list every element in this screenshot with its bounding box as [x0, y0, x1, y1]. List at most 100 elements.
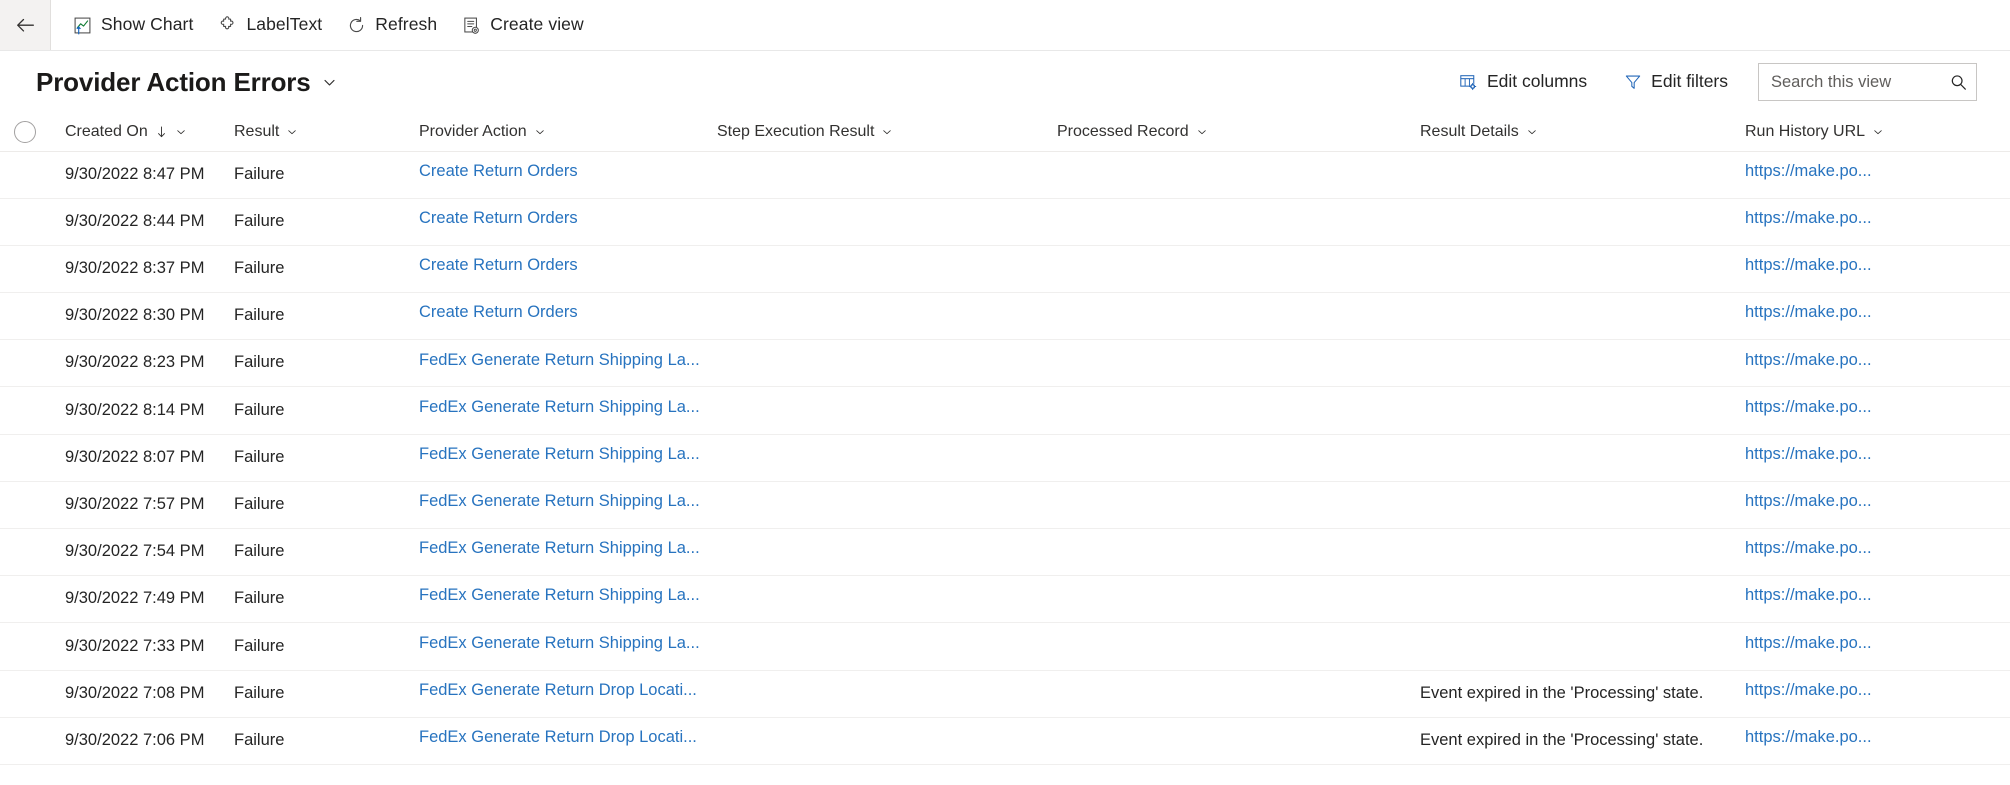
search-input[interactable] [1759, 64, 1976, 100]
provider-action-link[interactable]: FedEx Generate Return Drop Locati... [419, 728, 697, 748]
select-all-checkbox[interactable] [13, 120, 36, 143]
run-history-link[interactable]: https://make.po... [1745, 634, 1872, 654]
data-grid-container[interactable]: Created On Result Provider Action Step E… [0, 113, 2010, 785]
create-view-button[interactable]: Create view [450, 6, 595, 44]
row-select-cell[interactable] [0, 386, 49, 435]
provider-action-link[interactable]: FedEx Generate Return Drop Locati... [419, 681, 697, 701]
provider-action-link[interactable]: FedEx Generate Return Shipping La... [419, 634, 700, 654]
table-row[interactable]: 9/30/2022 7:54 PM Failure FedEx Generate R… [0, 528, 2010, 577]
cell-provider-action[interactable]: FedEx Generate Return Shipping La... [419, 434, 717, 482]
row-select-cell[interactable] [0, 481, 49, 530]
cell-provider-action[interactable]: FedEx Generate Return Drop Locati... [419, 670, 717, 718]
row-select-cell[interactable] [0, 575, 49, 624]
run-history-link[interactable]: https://make.po... [1745, 681, 1872, 701]
cell-provider-action[interactable]: FedEx Generate Return Drop Locati... [419, 717, 717, 765]
cell-run-history-url[interactable]: https://make.po... [1745, 481, 2010, 530]
provider-action-link[interactable]: FedEx Generate Return Shipping La... [419, 398, 700, 418]
row-select-cell[interactable] [0, 292, 49, 341]
cell-run-history-url[interactable]: https://make.po... [1745, 434, 2010, 482]
run-history-link[interactable]: https://make.po... [1745, 351, 1872, 371]
row-select-cell[interactable] [0, 622, 49, 671]
run-history-link[interactable]: https://make.po... [1745, 492, 1872, 512]
provider-action-link[interactable]: FedEx Generate Return Shipping La... [419, 492, 700, 512]
column-header-created-on[interactable]: Created On [49, 113, 234, 152]
row-select-cell[interactable] [0, 528, 49, 577]
run-history-link[interactable]: https://make.po... [1745, 728, 1872, 748]
cell-provider-action[interactable]: Create Return Orders [419, 151, 717, 199]
cell-run-history-url[interactable]: https://make.po... [1745, 717, 2010, 765]
chevron-down-icon[interactable] [534, 126, 546, 138]
table-row[interactable]: 9/30/2022 7:08 PM Failure FedEx Generate R… [0, 670, 2010, 718]
cell-provider-action[interactable]: FedEx Generate Return Shipping La... [419, 339, 717, 388]
edit-filters-button[interactable]: Edit filters [1611, 64, 1740, 100]
column-header-result-details[interactable]: Result Details [1420, 113, 1745, 152]
row-select-cell[interactable] [0, 339, 49, 388]
cell-provider-action[interactable]: Create Return Orders [419, 292, 717, 341]
row-select-cell[interactable] [0, 198, 49, 246]
row-select-cell[interactable] [0, 245, 49, 294]
column-header-provider-action[interactable]: Provider Action [419, 113, 717, 152]
table-row[interactable]: 9/30/2022 8:14 PM Failure FedEx Generate R… [0, 386, 2010, 435]
cell-run-history-url[interactable]: https://make.po... [1745, 622, 2010, 671]
provider-action-link[interactable]: Create Return Orders [419, 256, 578, 276]
table-row[interactable]: 9/30/2022 8:44 PM Failure Create Return Or… [0, 198, 2010, 246]
chevron-down-icon[interactable] [1872, 126, 1884, 138]
provider-action-link[interactable]: FedEx Generate Return Shipping La... [419, 445, 700, 465]
cell-provider-action[interactable]: FedEx Generate Return Shipping La... [419, 622, 717, 671]
run-history-link[interactable]: https://make.po... [1745, 398, 1872, 418]
chevron-down-icon[interactable] [286, 126, 298, 138]
table-row[interactable]: 9/30/2022 7:33 PM Failure FedEx Generate R… [0, 622, 2010, 671]
cell-run-history-url[interactable]: https://make.po... [1745, 575, 2010, 624]
show-chart-button[interactable]: Show Chart [61, 6, 204, 44]
cell-provider-action[interactable]: Create Return Orders [419, 198, 717, 246]
provider-action-link[interactable]: Create Return Orders [419, 162, 578, 182]
provider-action-link[interactable]: FedEx Generate Return Shipping La... [419, 586, 700, 606]
run-history-link[interactable]: https://make.po... [1745, 303, 1872, 323]
provider-action-link[interactable]: Create Return Orders [419, 303, 578, 323]
provider-action-link[interactable]: FedEx Generate Return Shipping La... [419, 351, 700, 371]
table-row[interactable]: 9/30/2022 7:49 PM Failure FedEx Generate R… [0, 575, 2010, 624]
column-header-run-history-url[interactable]: Run History URL [1745, 113, 2010, 152]
run-history-link[interactable]: https://make.po... [1745, 209, 1872, 229]
refresh-button[interactable]: Refresh [335, 6, 448, 44]
search-box[interactable] [1758, 63, 1977, 101]
cell-provider-action[interactable]: FedEx Generate Return Shipping La... [419, 575, 717, 624]
cell-provider-action[interactable]: FedEx Generate Return Shipping La... [419, 386, 717, 435]
column-header-processed-record[interactable]: Processed Record [1057, 113, 1420, 152]
cell-provider-action[interactable]: FedEx Generate Return Shipping La... [419, 528, 717, 577]
row-select-cell[interactable] [0, 151, 49, 199]
run-history-link[interactable]: https://make.po... [1745, 162, 1872, 182]
chevron-down-icon[interactable] [1196, 126, 1208, 138]
column-header-result[interactable]: Result [234, 113, 419, 152]
table-row[interactable]: 9/30/2022 8:07 PM Failure FedEx Generate R… [0, 434, 2010, 482]
table-row[interactable]: 9/30/2022 7:06 PM Failure FedEx Generate R… [0, 717, 2010, 765]
run-history-link[interactable]: https://make.po... [1745, 445, 1872, 465]
cell-run-history-url[interactable]: https://make.po... [1745, 339, 2010, 388]
column-header-step-execution-result[interactable]: Step Execution Result [717, 113, 1057, 152]
cell-run-history-url[interactable]: https://make.po... [1745, 386, 2010, 435]
row-select-cell[interactable] [0, 717, 49, 765]
provider-action-link[interactable]: FedEx Generate Return Shipping La... [419, 539, 700, 559]
search-icon[interactable] [1947, 71, 1969, 93]
run-history-link[interactable]: https://make.po... [1745, 256, 1872, 276]
labeltext-button[interactable]: LabelText [206, 6, 333, 44]
cell-run-history-url[interactable]: https://make.po... [1745, 292, 2010, 341]
row-select-cell[interactable] [0, 434, 49, 482]
table-row[interactable]: 9/30/2022 8:47 PM Failure Create Return Or… [0, 151, 2010, 199]
view-selector[interactable]: Provider Action Errors [36, 64, 343, 101]
table-row[interactable]: 9/30/2022 7:57 PM Failure FedEx Generate R… [0, 481, 2010, 530]
cell-run-history-url[interactable]: https://make.po... [1745, 528, 2010, 577]
cell-provider-action[interactable]: Create Return Orders [419, 245, 717, 294]
run-history-link[interactable]: https://make.po... [1745, 539, 1872, 559]
provider-action-link[interactable]: Create Return Orders [419, 209, 578, 229]
row-select-cell[interactable] [0, 670, 49, 718]
cell-run-history-url[interactable]: https://make.po... [1745, 198, 2010, 246]
cell-provider-action[interactable]: FedEx Generate Return Shipping La... [419, 481, 717, 530]
table-row[interactable]: 9/30/2022 8:37 PM Failure Create Return Or… [0, 245, 2010, 294]
run-history-link[interactable]: https://make.po... [1745, 586, 1872, 606]
table-row[interactable]: 9/30/2022 8:23 PM Failure FedEx Generate R… [0, 339, 2010, 388]
table-row[interactable]: 9/30/2022 8:30 PM Failure Create Return Or… [0, 292, 2010, 341]
chevron-down-icon[interactable] [881, 126, 893, 138]
cell-run-history-url[interactable]: https://make.po... [1745, 670, 2010, 718]
chevron-down-icon[interactable] [1526, 126, 1538, 138]
